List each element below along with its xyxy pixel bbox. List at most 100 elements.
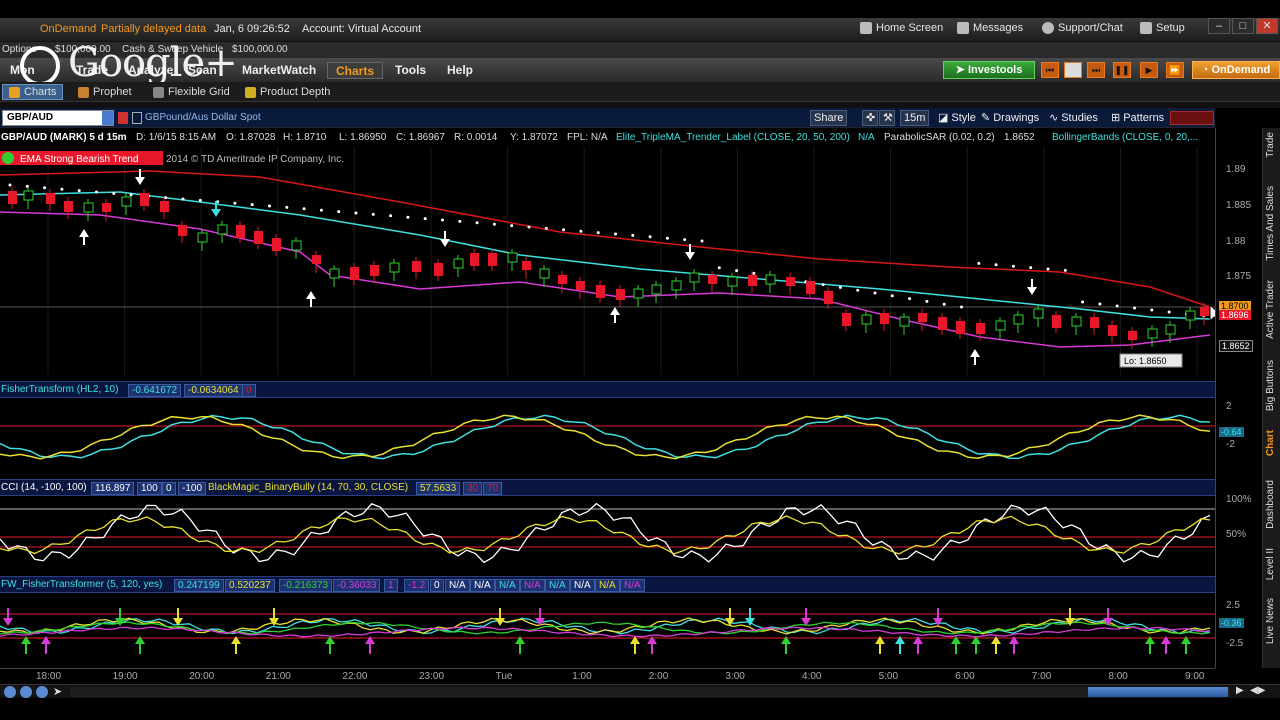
crosshair-icon[interactable]: ✜ [862, 110, 878, 126]
subtab-prophet[interactable]: Prophet [78, 84, 132, 100]
alert-indicator[interactable] [1170, 111, 1214, 125]
price-chart[interactable]: EMA Strong Bearish Trend 2014 © TD Amerit… [0, 147, 1215, 375]
side-tab-chart[interactable]: Chart [1265, 430, 1276, 456]
side-tab-trade[interactable]: Trade [1265, 132, 1276, 158]
home-screen-button[interactable]: Home Screen [860, 22, 943, 34]
setup-button[interactable]: Setup [1140, 22, 1185, 34]
fast-forward-icon[interactable]: ⏩ [1166, 62, 1184, 78]
psar-dot [977, 261, 981, 265]
psar-dot [648, 235, 652, 239]
fw-signal-arrow [325, 636, 335, 644]
psar-dot [665, 236, 669, 240]
studies-button[interactable]: ∿ Studies [1046, 110, 1101, 126]
scroll-right-icon[interactable]: ▶ [1236, 685, 1244, 696]
scroll-track[interactable] [70, 687, 1230, 697]
fw-na-8: N/A [620, 579, 645, 592]
ondemand-button[interactable]: ◔ OnDemand [1192, 61, 1280, 79]
play-icon[interactable]: ▶ [1140, 62, 1158, 78]
skip-back-icon[interactable]: ⏮ [1041, 62, 1059, 78]
patterns-button[interactable]: ⊞ Patterns [1108, 110, 1167, 126]
close-button[interactable]: ✕ [1256, 18, 1278, 34]
zoom-fit-icon[interactable] [36, 686, 48, 698]
menu-help[interactable]: Help [439, 62, 481, 79]
minimize-button[interactable]: – [1208, 18, 1230, 34]
psar-dot [60, 187, 64, 191]
time-tick: 18:00 [36, 671, 62, 682]
subtab-flexible-grid[interactable]: Flexible Grid [153, 84, 230, 100]
support-chat-button[interactable]: Support/Chat [1042, 22, 1123, 34]
up-candle [507, 252, 518, 263]
cci-chart[interactable] [0, 497, 1215, 569]
fw-signal-arrow [951, 636, 961, 644]
menu-tools[interactable]: Tools [387, 62, 434, 79]
subtab-charts[interactable]: Charts [2, 84, 64, 100]
side-tab-dashboard[interactable]: Dashboard [1265, 480, 1276, 529]
zoom-out-icon[interactable] [4, 686, 16, 698]
menu-charts[interactable]: Charts [327, 62, 384, 79]
psar-dot [268, 204, 271, 208]
zoom-in-icon[interactable] [20, 686, 32, 698]
scroll-thumb[interactable] [1088, 687, 1228, 697]
price-tick: 1.875 [1226, 271, 1252, 282]
price-scale[interactable]: 1.89 1.885 1.88 1.875 1.8700 1.8696 1.86… [1215, 128, 1260, 668]
side-tab-live-news[interactable]: Live News [1265, 598, 1276, 644]
down-candle [102, 203, 111, 212]
psar-dot [164, 196, 168, 200]
down-candle [1200, 307, 1209, 316]
psar-dot [994, 263, 998, 267]
style-icon: ◪ [938, 112, 949, 124]
interval-selector[interactable]: 15m [900, 110, 930, 126]
calendar-icon[interactable] [1064, 62, 1082, 78]
ohlc-date: D: 1/6/15 8:15 AM [136, 132, 217, 143]
checkbox-icon[interactable] [132, 112, 142, 124]
side-tab-big-buttons[interactable]: Big Buttons [1265, 360, 1276, 411]
maximize-button[interactable]: □ [1232, 18, 1254, 34]
messages-button[interactable]: Messages [957, 22, 1023, 34]
ohlc-close: C: 1.86967 [396, 132, 445, 143]
up-candle [899, 316, 910, 327]
study-triple-ma-label: Elite_TripleMA_Trender_Label (CLOSE, 20,… [616, 132, 850, 143]
up-candle [995, 320, 1006, 331]
side-tab-times-and-sales[interactable]: Times And Sales [1265, 186, 1276, 261]
symbol-dropdown-icon[interactable] [102, 111, 113, 125]
psar-dot [492, 222, 496, 226]
side-tab-level-ii[interactable]: Level II [1265, 548, 1276, 580]
drawings-button[interactable]: ✎ Drawings [978, 110, 1042, 126]
fw-tick: -2.5 [1226, 638, 1244, 649]
flag-icon[interactable] [118, 112, 128, 124]
subtab-product-depth[interactable]: Product Depth [245, 84, 330, 100]
up-candle [1033, 308, 1044, 319]
copyright-text: 2014 © TD Ameritrade IP Company, Inc. [166, 154, 344, 165]
time-axis: 18:00 19:00 20:00 21:00 22:00 23:00 Tue 1:00 2:0… [0, 668, 1215, 684]
account-selector[interactable]: Account: Virtual Account [302, 23, 421, 35]
fisher-transform-chart[interactable] [0, 399, 1215, 471]
style-button[interactable]: ◪ Style [935, 110, 979, 126]
fisher-value-2: -0.0634064 [184, 384, 243, 397]
side-tab-active-trader[interactable]: Active Trader [1265, 280, 1276, 339]
ondemand-label[interactable]: OnDemand [40, 23, 96, 35]
down-candle [8, 191, 17, 204]
trend-banner-text: EMA Strong Bearish Trend [20, 154, 138, 165]
fw-signal-arrow [269, 618, 279, 626]
fw-value-label: -0.36 [1219, 618, 1244, 628]
up-candle [121, 196, 132, 207]
fw-fisher-transformer-chart[interactable] [0, 594, 1215, 668]
fw-signal-arrow [895, 636, 905, 644]
fw-signal-arrow [231, 636, 241, 644]
psar-dot [95, 190, 98, 194]
cci-tick: 100% [1226, 494, 1252, 505]
pause-icon[interactable]: ❚❚ [1113, 62, 1131, 78]
share-button[interactable]: Share [810, 110, 848, 126]
step-icon[interactable]: ⏭ [1087, 62, 1105, 78]
up-candle [1071, 316, 1082, 327]
symbol-input[interactable]: GBP/AUD [2, 110, 114, 126]
wrench-icon[interactable]: ⚒ [879, 110, 895, 126]
cci-tick: 50% [1226, 529, 1247, 540]
investools-button[interactable]: ➤ Investools [943, 61, 1035, 79]
psar-dot [181, 197, 185, 201]
up-candle [765, 274, 776, 285]
pointer-icon[interactable]: ➤ [53, 685, 62, 698]
fw-na-3: N/A [495, 579, 520, 592]
psar-dot [527, 225, 531, 229]
expand-icon[interactable]: ◀▶ [1250, 685, 1265, 696]
